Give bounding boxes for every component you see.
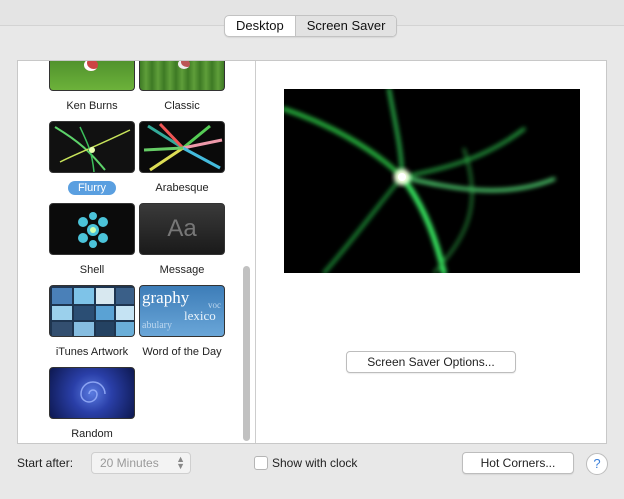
- list-item-message[interactable]: Aa Message: [128, 203, 236, 277]
- start-after-select[interactable]: 20 Minutes ▲ ▼: [91, 452, 191, 474]
- footer-bar: Start after: 20 Minutes ▲ ▼ Show with clo…: [0, 452, 624, 476]
- word-thumb-text-4: voc: [208, 300, 221, 310]
- ken-burns-thumbnail: [49, 61, 135, 91]
- word-of-the-day-thumbnail: graphy lexico abulary voc: [139, 285, 225, 337]
- classic-thumbnail: [139, 61, 225, 91]
- preview-pane: Screen Saver Options...: [256, 61, 606, 443]
- message-thumbnail: Aa: [139, 203, 225, 255]
- arabesque-label: Arabesque: [155, 182, 209, 194]
- ken-burns-label: Ken Burns: [66, 100, 118, 112]
- tab-screen-saver[interactable]: Screen Saver: [294, 16, 397, 36]
- start-after-value: 20 Minutes: [100, 456, 159, 470]
- message-label: Message: [159, 264, 205, 276]
- list-item-classic[interactable]: Classic: [128, 61, 236, 113]
- tab-switcher: Desktop Screen Saver: [224, 15, 398, 37]
- arabesque-thumbnail: [139, 121, 225, 173]
- message-thumbnail-text: Aa: [167, 215, 197, 242]
- tab-desktop[interactable]: Desktop: [225, 16, 295, 36]
- show-with-clock-checkbox[interactable]: [254, 456, 268, 470]
- screensaver-preview: [284, 89, 580, 273]
- shell-label: Shell: [79, 264, 105, 276]
- hot-corners-button[interactable]: Hot Corners...: [462, 452, 574, 474]
- flurry-thumbnail: [49, 121, 135, 173]
- list-item-arabesque[interactable]: Arabesque: [128, 121, 236, 195]
- word-thumb-text-2: lexico: [184, 308, 216, 323]
- main-panel: Ken Burns Classic Flurry Arabesque Shell…: [17, 60, 607, 444]
- select-arrows-icon: ▲ ▼: [176, 454, 185, 471]
- flurry-label: Flurry: [67, 181, 117, 195]
- show-with-clock-label[interactable]: Show with clock: [272, 456, 357, 470]
- word-thumb-text-3: abulary: [142, 320, 172, 331]
- word-of-the-day-label: Word of the Day: [142, 346, 222, 358]
- word-thumb-text-1: graphy: [142, 288, 190, 307]
- start-after-label: Start after:: [17, 456, 74, 470]
- shell-thumbnail: [49, 203, 135, 255]
- random-label: Random: [71, 428, 113, 440]
- list-item-word-of-the-day[interactable]: graphy lexico abulary voc Word of the Da…: [128, 285, 236, 359]
- itunes-artwork-thumbnail: [49, 285, 135, 337]
- screen-saver-options-button[interactable]: Screen Saver Options...: [346, 351, 516, 373]
- list-scrollbar[interactable]: [243, 266, 250, 441]
- screensaver-list[interactable]: Ken Burns Classic Flurry Arabesque Shell…: [18, 61, 255, 443]
- itunes-artwork-label: iTunes Artwork: [55, 346, 129, 358]
- help-button[interactable]: ?: [586, 453, 608, 475]
- classic-label: Classic: [164, 100, 200, 112]
- random-thumbnail: [49, 367, 135, 419]
- list-item-random[interactable]: Random: [38, 367, 146, 441]
